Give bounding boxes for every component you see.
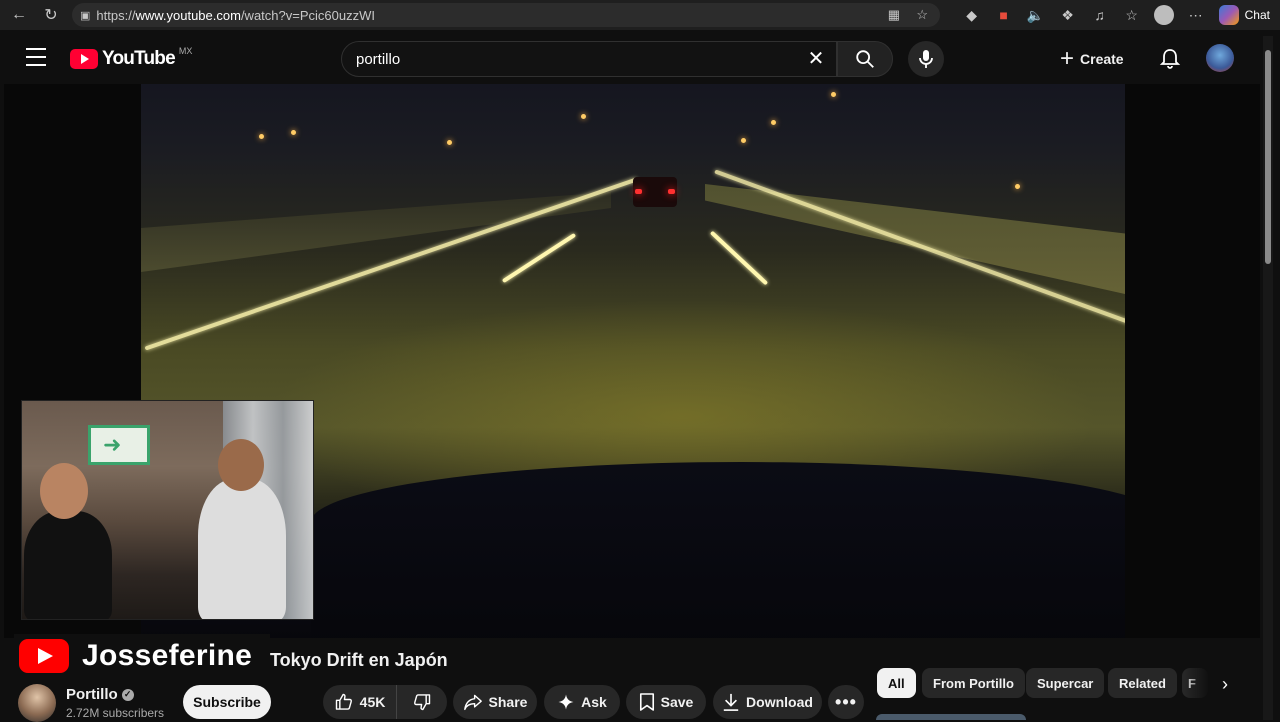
- reader-mode-icon[interactable]: ▦: [888, 7, 900, 23]
- streamer-brand-overlay: Josseferine: [14, 634, 270, 678]
- like-count: 45K: [359, 694, 386, 710]
- share-arrow-icon: [463, 694, 482, 711]
- car-hood: [311, 462, 1125, 638]
- music-icon[interactable]: ♫: [1087, 3, 1113, 27]
- extension-red-icon[interactable]: ■: [991, 3, 1017, 27]
- like-button[interactable]: 45K: [323, 685, 397, 719]
- chip-supercar[interactable]: Supercar: [1026, 668, 1105, 698]
- lane-marking: [709, 230, 769, 286]
- extensions-puzzle-icon[interactable]: ❖: [1055, 3, 1081, 27]
- save-button[interactable]: Save: [626, 685, 706, 719]
- more-horizontal-icon: •••: [835, 691, 857, 712]
- channel-name: Portillo: [66, 686, 118, 703]
- account-avatar[interactable]: [1206, 44, 1234, 72]
- person-right-head: [218, 439, 264, 491]
- share-label: Share: [488, 694, 528, 710]
- profile-icon[interactable]: [1151, 3, 1177, 27]
- video-player[interactable]: [4, 84, 1260, 638]
- save-label: Save: [660, 694, 694, 710]
- address-bar[interactable]: ▣ https://www.youtube.com/watch?v=Pcic60…: [72, 3, 940, 27]
- brand-name: Josseferine: [82, 639, 253, 672]
- search-input[interactable]: portillo: [341, 41, 837, 77]
- thumbs-up-icon: [335, 693, 352, 710]
- subscribe-button[interactable]: Subscribe: [183, 685, 271, 719]
- search-query: portillo: [356, 50, 401, 68]
- download-label: Download: [746, 694, 813, 710]
- lane-marking: [501, 232, 577, 284]
- dislike-button[interactable]: [397, 685, 447, 719]
- microphone-icon: [919, 50, 933, 68]
- download-icon: [723, 693, 739, 711]
- person-right: [198, 479, 286, 619]
- search-button[interactable]: [837, 41, 893, 77]
- menu-icon[interactable]: [26, 48, 46, 66]
- verified-check-icon: ✓: [121, 688, 134, 701]
- like-dislike-group: 45K: [323, 685, 447, 719]
- chips-fade: [1184, 664, 1210, 702]
- favorite-star-icon[interactable]: ☆: [916, 7, 928, 23]
- streamer-facecam: [21, 400, 314, 620]
- youtube-logo[interactable]: YouTube MX: [70, 46, 193, 70]
- page-scrollbar[interactable]: [1263, 36, 1273, 720]
- create-label: Create: [1080, 51, 1124, 67]
- youtube-header: YouTube MX portillo ✕ + Create: [4, 36, 1260, 82]
- more-menu-icon[interactable]: ⋯: [1183, 3, 1209, 27]
- car-ahead: [633, 177, 677, 207]
- ask-label: Ask: [581, 694, 607, 710]
- download-button[interactable]: Download: [713, 685, 822, 719]
- right-guardrail: [705, 184, 1125, 294]
- create-button[interactable]: + Create: [1060, 45, 1124, 73]
- chip-from-channel[interactable]: From Portillo: [922, 668, 1025, 698]
- recommended-thumbnail[interactable]: [876, 714, 1026, 720]
- share-button[interactable]: Share: [453, 685, 537, 719]
- country-code: MX: [178, 46, 193, 56]
- scrollbar-thumb[interactable]: [1265, 50, 1271, 264]
- youtube-play-icon: [70, 49, 98, 69]
- left-guardrail: [141, 192, 611, 272]
- url-path: /watch?v=Pcic60uzzWI: [240, 7, 375, 23]
- channel-avatar[interactable]: [18, 684, 56, 722]
- chip-related[interactable]: Related: [1108, 668, 1177, 698]
- browser-toolbar: ← ↻ ▣ https://www.youtube.com/watch?v=Pc…: [0, 0, 1280, 30]
- video-title: Tokyo Drift en Japón: [270, 650, 448, 670]
- clear-search-icon[interactable]: ✕: [804, 46, 828, 70]
- youtube-brand-icon: [19, 639, 69, 673]
- search-icon: [856, 50, 874, 68]
- bookmark-icon: [639, 693, 654, 711]
- volume-icon[interactable]: 🔈: [1023, 3, 1049, 27]
- url-prefix: https://: [96, 7, 136, 23]
- more-actions-button[interactable]: •••: [828, 685, 864, 719]
- reload-icon[interactable]: ↻: [38, 2, 64, 28]
- chat-label: Chat: [1244, 8, 1270, 22]
- person-left: [24, 511, 112, 619]
- thumbs-down-icon: [414, 694, 431, 711]
- lock-icon: ▣: [80, 9, 91, 22]
- person-left-head: [40, 463, 88, 519]
- favorites-icon[interactable]: ☆: [1119, 3, 1145, 27]
- url-domain: www.youtube.com: [135, 7, 241, 23]
- youtube-logo-text: YouTube: [102, 48, 176, 69]
- ask-button[interactable]: Ask: [544, 685, 620, 719]
- plus-icon: +: [1060, 45, 1075, 72]
- exit-sign: [88, 425, 150, 465]
- copilot-chat-button[interactable]: Chat: [1215, 5, 1270, 25]
- copilot-icon: [1218, 5, 1239, 25]
- sparkle-icon: [558, 694, 574, 710]
- channel-name-link[interactable]: Portillo ✓: [66, 686, 134, 703]
- voice-search-button[interactable]: [908, 41, 944, 77]
- back-arrow-icon[interactable]: ←: [6, 2, 32, 28]
- subscriber-count: 2.72M subscribers: [66, 706, 165, 720]
- extension-diamond-icon[interactable]: ◆: [959, 3, 985, 27]
- notifications-bell-icon[interactable]: [1158, 47, 1182, 71]
- chip-all[interactable]: All: [877, 668, 916, 698]
- lane-edge-line: [144, 177, 638, 351]
- chevron-right-icon[interactable]: ›: [1212, 671, 1238, 697]
